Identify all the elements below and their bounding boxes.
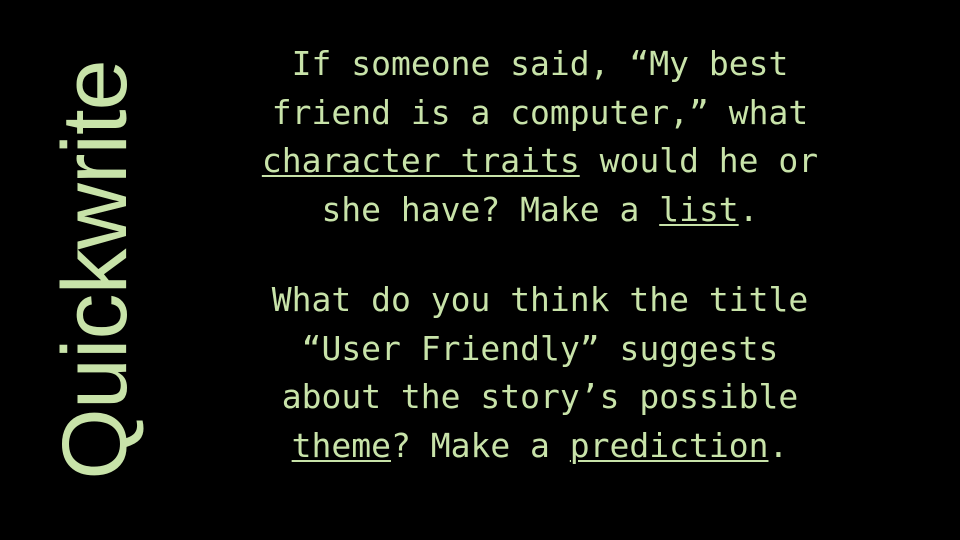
paragraph-two-line-3: about the story’s possible [281,377,799,416]
underlined-theme: theme [291,425,391,465]
paragraph-one-line-1: If someone said, “My best [291,44,789,83]
paragraph-two-line-1: What do you think the title [271,280,809,319]
paragraph-one-line-3-tail: would he or [579,141,819,180]
side-title-quickwrite: Quickwrite [44,60,146,480]
paragraph-one-line-4: she have? Make a list. [192,186,888,235]
paragraph-two-line-4-middle: ? Make a [390,425,570,465]
underlined-character-traits: character traits [261,141,580,180]
paragraph-two: What do you think the title “User Friend… [190,276,890,470]
side-title-container: Quickwrite [0,0,190,540]
paragraph-one: If someone said, “My best friend is a co… [190,40,890,234]
paragraph-one-line-3: character traits would he or [192,137,888,186]
paragraph-one-line-4-tail: . [738,189,759,229]
paragraph-two-line-2: “User Friendly” suggests [301,328,779,368]
paragraph-two-line-4-tail: . [768,425,789,465]
underlined-prediction: prediction [569,425,769,465]
paragraph-one-line-4-head: she have? Make a [321,189,660,229]
underlined-list: list [659,189,739,229]
slide-canvas: Quickwrite If someone said, “My best fri… [0,0,960,540]
paragraph-one-line-2: friend is a computer,” what [271,92,809,132]
paragraph-two-line-4: theme? Make a prediction. [192,422,888,471]
body-text-column: If someone said, “My best friend is a co… [190,0,890,540]
